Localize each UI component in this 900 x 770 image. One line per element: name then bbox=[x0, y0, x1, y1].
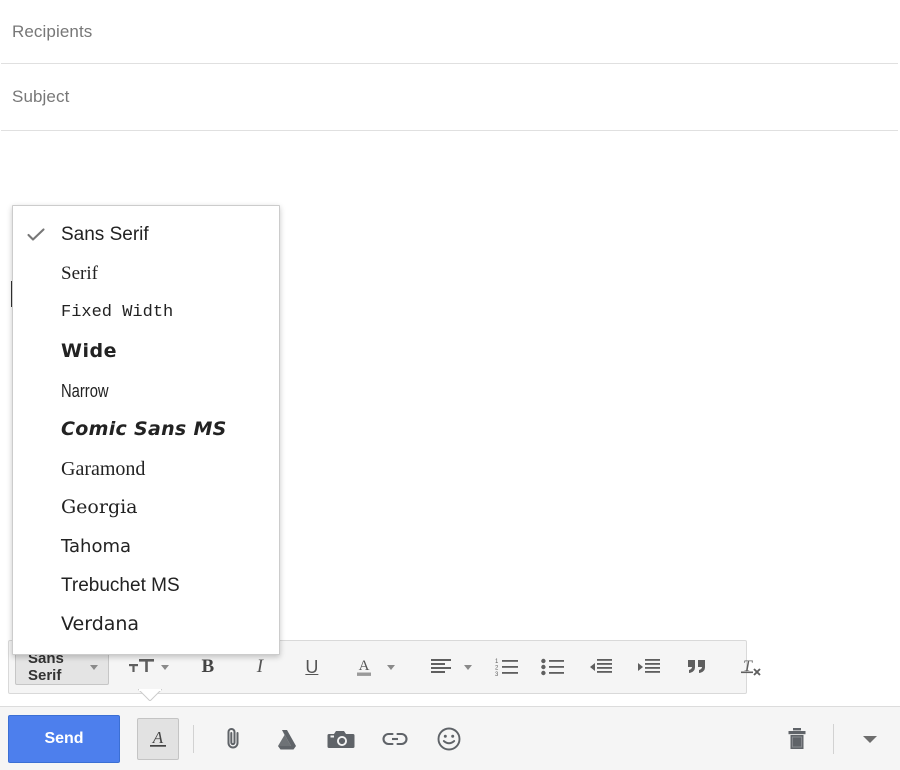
recipients-field[interactable]: Recipients bbox=[0, 0, 900, 64]
font-menu-item[interactable]: Comic Sans MS bbox=[13, 410, 279, 449]
checkmark-placeholder bbox=[27, 499, 45, 517]
bold-icon: B bbox=[202, 656, 215, 678]
font-menu-item[interactable]: Wide bbox=[13, 332, 279, 371]
font-menu-item-label: Tahoma bbox=[61, 538, 131, 556]
align-caret[interactable] bbox=[460, 649, 476, 685]
link-icon bbox=[381, 730, 409, 748]
chevron-down-icon bbox=[464, 665, 472, 670]
google-drive-icon bbox=[274, 727, 300, 751]
font-menu-item-label: Verdana bbox=[61, 615, 139, 634]
font-menu-item-label: Georgia bbox=[61, 498, 138, 517]
checkmark-placeholder bbox=[27, 343, 45, 361]
font-family-label: Sans Serif bbox=[28, 650, 64, 684]
menu-pointer-tail bbox=[138, 689, 162, 701]
photo-button[interactable] bbox=[324, 722, 358, 756]
svg-text:1: 1 bbox=[495, 659, 499, 665]
font-menu-item[interactable]: Verdana bbox=[13, 605, 279, 644]
font-menu-item[interactable]: Sans Serif bbox=[13, 215, 279, 254]
svg-text:A: A bbox=[152, 728, 164, 747]
font-menu-item[interactable]: Narrow bbox=[13, 371, 279, 410]
recipients-placeholder: Recipients bbox=[12, 22, 92, 42]
checkmark-placeholder bbox=[27, 421, 45, 439]
compose-action-bar: Send A bbox=[0, 706, 900, 770]
align-left-icon bbox=[430, 658, 452, 676]
format-text-icon: A bbox=[147, 727, 169, 751]
checkmark-placeholder bbox=[27, 304, 45, 322]
font-menu-item-label: Serif bbox=[61, 264, 98, 283]
font-menu-item-label: Comic Sans MS bbox=[61, 420, 227, 439]
font-menu-item-label: Sans Serif bbox=[61, 225, 149, 244]
bulleted-list-button[interactable] bbox=[538, 649, 568, 685]
attach-button[interactable] bbox=[216, 722, 250, 756]
checkmark-placeholder bbox=[27, 460, 45, 478]
action-bar-separator bbox=[833, 724, 834, 754]
text-color-caret[interactable] bbox=[383, 649, 399, 685]
remove-formatting-icon: T bbox=[740, 656, 764, 678]
text-color-button[interactable]: A bbox=[349, 649, 379, 685]
chevron-down-icon bbox=[90, 665, 98, 670]
font-menu-item[interactable]: Georgia bbox=[13, 488, 279, 527]
chevron-down-icon bbox=[161, 665, 169, 670]
quote-icon bbox=[686, 658, 708, 676]
emoji-button[interactable] bbox=[432, 722, 466, 756]
send-label: Send bbox=[44, 730, 83, 748]
indent-more-icon bbox=[637, 658, 661, 676]
numbered-list-icon: 1 2 3 bbox=[495, 658, 519, 676]
underline-icon: U bbox=[305, 657, 318, 678]
more-options-button[interactable] bbox=[853, 722, 887, 756]
checkmark-placeholder bbox=[27, 265, 45, 283]
discard-button[interactable] bbox=[780, 722, 814, 756]
font-size-icon bbox=[129, 657, 155, 677]
subject-placeholder: Subject bbox=[12, 87, 69, 107]
send-button[interactable]: Send bbox=[8, 715, 120, 763]
quote-button[interactable] bbox=[682, 649, 712, 685]
checkmark-placeholder bbox=[27, 577, 45, 595]
indent-less-button[interactable] bbox=[586, 649, 616, 685]
font-menu-item[interactable]: Tahoma bbox=[13, 527, 279, 566]
checkmark-placeholder bbox=[27, 616, 45, 634]
camera-icon bbox=[327, 728, 355, 750]
chevron-down-icon bbox=[387, 665, 395, 670]
chevron-down-icon bbox=[860, 732, 880, 746]
indent-more-button[interactable] bbox=[634, 649, 664, 685]
font-menu-item[interactable]: Trebuchet MS bbox=[13, 566, 279, 605]
trash-icon bbox=[785, 726, 809, 752]
font-menu-item[interactable]: Garamond bbox=[13, 449, 279, 488]
font-menu-item[interactable]: Serif bbox=[13, 254, 279, 293]
text-color-icon: A bbox=[354, 656, 374, 678]
font-menu-item-label: Trebuchet MS bbox=[61, 576, 180, 595]
italic-icon: I bbox=[257, 656, 263, 678]
checkmark-icon bbox=[27, 226, 45, 244]
emoji-icon bbox=[436, 726, 462, 752]
subject-field[interactable]: Subject bbox=[0, 64, 900, 130]
paperclip-icon bbox=[222, 726, 244, 752]
numbered-list-button[interactable]: 1 2 3 bbox=[492, 649, 522, 685]
font-menu-item-label: Fixed Width bbox=[61, 304, 173, 321]
svg-text:A: A bbox=[358, 658, 369, 674]
drive-button[interactable] bbox=[270, 722, 304, 756]
font-menu-item-label: Wide bbox=[61, 342, 117, 361]
indent-less-icon bbox=[589, 658, 613, 676]
remove-formatting-button[interactable]: T bbox=[737, 649, 767, 685]
checkmark-placeholder bbox=[27, 382, 45, 400]
action-bar-separator bbox=[193, 725, 194, 753]
font-menu-item-label: Garamond bbox=[61, 459, 145, 479]
font-menu-item-label: Narrow bbox=[61, 382, 109, 400]
format-toggle-button[interactable]: A bbox=[137, 718, 179, 760]
underline-button[interactable]: U bbox=[297, 649, 327, 685]
svg-text:2: 2 bbox=[495, 666, 499, 672]
font-family-menu[interactable]: Sans Serif Serif Fixed Width Wide Narrow Comi… bbox=[12, 205, 280, 655]
align-button[interactable] bbox=[426, 649, 456, 685]
link-button[interactable] bbox=[378, 722, 412, 756]
font-menu-item[interactable]: Fixed Width bbox=[13, 293, 279, 332]
svg-text:3: 3 bbox=[495, 672, 499, 676]
bulleted-list-icon bbox=[541, 658, 565, 676]
checkmark-placeholder bbox=[27, 538, 45, 556]
